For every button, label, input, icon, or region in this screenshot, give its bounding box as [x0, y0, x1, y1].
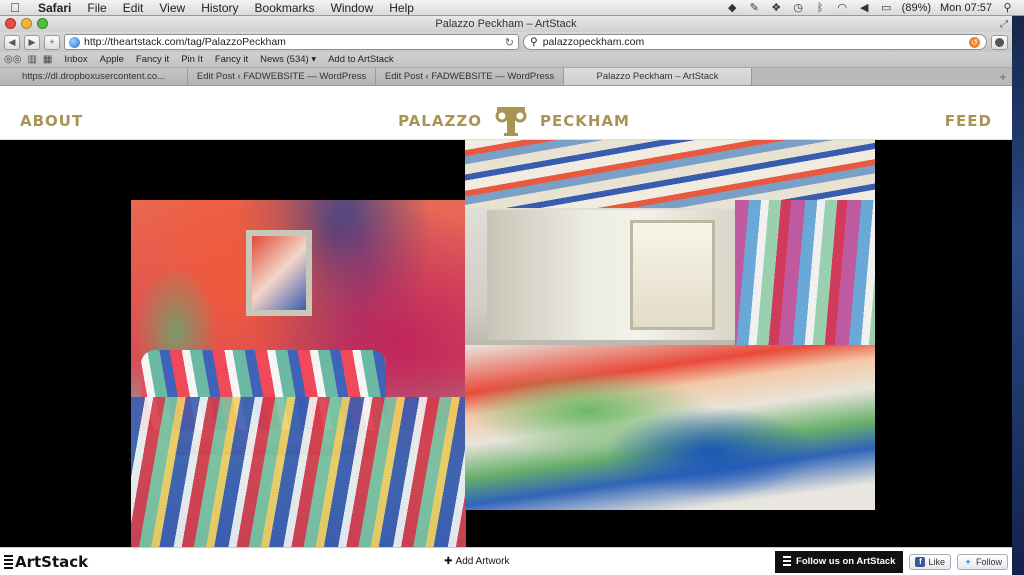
zoom-window-button[interactable]: [37, 18, 48, 29]
downloads-icon: [995, 37, 1004, 47]
follow-label: Follow us on ArtStack: [796, 556, 896, 567]
fullscreen-icon[interactable]: ⤢: [1000, 17, 1008, 33]
artwork-ceiling: [465, 140, 875, 208]
wifi-icon[interactable]: ◠: [836, 2, 849, 14]
bookmark-tools: ◎◎ ▥ ▦: [4, 54, 52, 65]
bookmark-news[interactable]: News (534) ▾: [260, 54, 316, 65]
battery-percent: (89%): [901, 1, 932, 14]
brand-word-peckham: PECKHAM: [539, 111, 630, 130]
top-sites-grid-icon[interactable]: ▦: [43, 54, 52, 65]
globe-icon: [69, 36, 80, 48]
window-titlebar: Palazzo Peckham – ArtStack ⤢: [0, 16, 1012, 32]
search-icon: ⚲: [530, 36, 538, 48]
bookmark-fancy-it-2[interactable]: Fancy it: [215, 54, 248, 65]
bookmarks-book-icon[interactable]: ▥: [27, 54, 36, 65]
mac-menu-bar:  Safari File Edit View History Bookmark…: [0, 0, 1024, 16]
tab-palazzo-peckham[interactable]: Palazzo Peckham – ArtStack: [564, 68, 752, 85]
adobe-icon[interactable]: ◆: [726, 2, 739, 14]
forward-button[interactable]: ▶: [24, 34, 40, 50]
tab-edit-post-1[interactable]: Edit Post ‹ FADWEBSITE — WordPress: [188, 68, 376, 85]
bookmark-pin-it[interactable]: Pin It: [181, 54, 203, 65]
bookmark-add-to-artstack[interactable]: Add to ArtStack: [328, 54, 393, 65]
artwork-mirror: [246, 230, 312, 316]
apple-menu-icon[interactable]: : [0, 0, 30, 15]
add-artwork-label: Add Artwork: [455, 556, 510, 567]
ionic-column-logo-icon: [495, 106, 527, 136]
bluetooth-icon[interactable]: ᛒ: [814, 2, 827, 14]
bookmark-inbox[interactable]: Inbox: [64, 54, 87, 65]
artwork-painted-floor: [465, 345, 875, 510]
follow-artstack-button[interactable]: Follow us on ArtStack: [775, 550, 904, 573]
menu-history[interactable]: History: [193, 1, 246, 15]
search-value[interactable]: palazzopeckham.com: [543, 36, 645, 48]
add-tab-icon[interactable]: +: [994, 68, 1012, 85]
menu-bookmarks[interactable]: Bookmarks: [247, 1, 323, 15]
back-button[interactable]: ◀: [4, 34, 20, 50]
tab-dropbox[interactable]: https://dl.dropboxusercontent.co...: [0, 68, 188, 85]
about-link[interactable]: ABOUT: [20, 112, 83, 130]
artstack-logo[interactable]: ArtStack: [4, 553, 88, 571]
desktop-background: [1012, 14, 1024, 575]
bookmarks-bar: ◎◎ ▥ ▦ Inbox Apple Fancy it Pin It Fancy…: [0, 52, 1012, 68]
battery-icon[interactable]: ▭: [880, 2, 893, 14]
downloads-button[interactable]: [991, 34, 1008, 50]
address-url[interactable]: http://theartstack.com/tag/PalazzoPeckha…: [84, 36, 286, 48]
dropbox-icon[interactable]: ❖: [770, 2, 783, 14]
tab-edit-post-2[interactable]: Edit Post ‹ FADWEBSITE — WordPress: [376, 68, 564, 85]
evernote-icon[interactable]: ✎: [748, 2, 761, 14]
menu-safari[interactable]: Safari: [30, 1, 79, 15]
site-header: ABOUT PALAZZO PECKHAM FEED: [0, 102, 1012, 140]
volume-icon[interactable]: ◀: [858, 2, 871, 14]
address-bar[interactable]: http://theartstack.com/tag/PalazzoPeckha…: [64, 34, 519, 50]
artwork-painted-living-room[interactable]: [131, 200, 466, 558]
menu-view[interactable]: View: [151, 1, 193, 15]
reading-list-icon[interactable]: ◎◎: [4, 54, 21, 65]
clock[interactable]: Mon 07:57: [940, 2, 992, 14]
facebook-like-button[interactable]: f Like: [909, 553, 951, 570]
close-window-button[interactable]: [5, 18, 16, 29]
spotlight-search-icon[interactable]: ⚲: [1001, 2, 1014, 14]
artstack-bars-icon: [4, 554, 13, 569]
artwork-painted-room-interior[interactable]: [465, 140, 875, 510]
status-area: ◆ ✎ ❖ ◷ ᛒ ◠ ◀ ▭ (89%) Mon 07:57 ⚲: [726, 2, 1024, 14]
tab-bar: https://dl.dropboxusercontent.co... Edit…: [0, 68, 1012, 86]
feed-link[interactable]: FEED: [945, 112, 992, 130]
bookmark-apple[interactable]: Apple: [100, 54, 124, 65]
brand-word-palazzo: PALAZZO: [398, 111, 482, 130]
clear-search-icon[interactable]: ↺: [969, 36, 980, 48]
artwork-floor-stripes: [131, 396, 466, 558]
browser-window: Palazzo Peckham – ArtStack ⤢ ◀ ▶ + http:…: [0, 16, 1012, 575]
menu-help[interactable]: Help: [381, 1, 422, 15]
window-title: Palazzo Peckham – ArtStack: [435, 18, 577, 30]
web-page: ABOUT PALAZZO PECKHAM FEED ArtStack ✚ Ad…: [0, 102, 1012, 575]
facebook-icon: f: [915, 556, 926, 567]
twitter-follow-button[interactable]: ✦ Follow: [956, 553, 1008, 570]
artstack-footer-bar: ArtStack ✚ Add Artwork Follow us on ArtS…: [0, 547, 1012, 575]
plus-icon: ✚: [444, 556, 453, 567]
browser-toolbar: ◀ ▶ + http://theartstack.com/tag/Palazzo…: [0, 32, 1012, 52]
new-tab-plus-button[interactable]: +: [44, 34, 60, 50]
bookmark-fancy-it[interactable]: Fancy it: [136, 54, 169, 65]
window-controls: [5, 18, 48, 29]
add-artwork-button[interactable]: ✚ Add Artwork: [444, 556, 509, 567]
twitter-bird-icon: ✦: [964, 556, 972, 567]
artstack-logo-text: ArtStack: [15, 552, 89, 571]
menu-file[interactable]: File: [79, 1, 114, 15]
menu-edit[interactable]: Edit: [115, 1, 152, 15]
time-machine-icon[interactable]: ◷: [792, 2, 805, 14]
minimize-window-button[interactable]: [21, 18, 32, 29]
artwork-window: [630, 220, 715, 330]
menu-window[interactable]: Window: [323, 1, 382, 15]
facebook-like-label: Like: [928, 556, 945, 567]
site-brand[interactable]: PALAZZO PECKHAM: [398, 106, 630, 136]
artstack-bars-icon-small: [783, 556, 792, 567]
reload-icon[interactable]: ↻: [505, 36, 514, 49]
search-field[interactable]: ⚲ palazzopeckham.com ↺: [523, 34, 987, 50]
twitter-follow-label: Follow: [975, 556, 1002, 567]
